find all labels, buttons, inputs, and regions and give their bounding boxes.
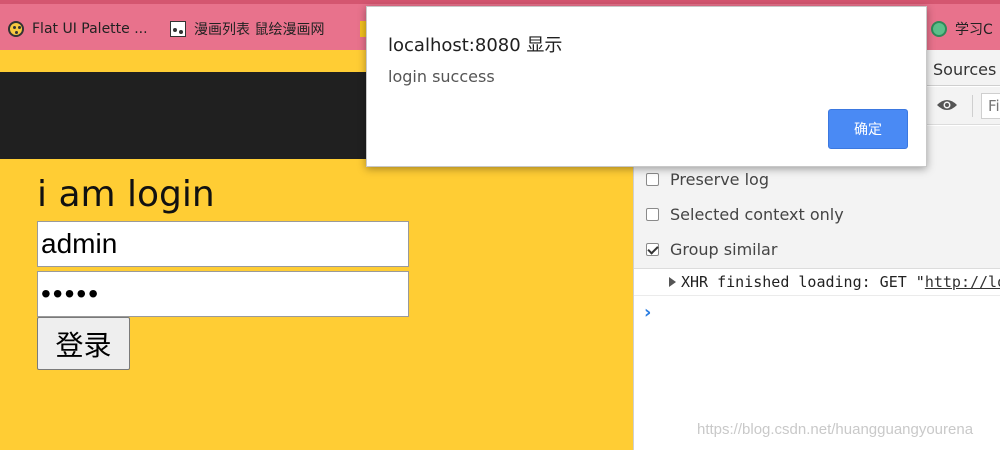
option-selected-context-only[interactable]: Selected context only: [646, 203, 844, 225]
checkbox-checked[interactable]: [646, 242, 659, 256]
tab-sources[interactable]: Sources: [933, 60, 996, 79]
palette-icon: [8, 21, 24, 37]
watermark: https://blog.csdn.net/huangguangyourena: [697, 421, 974, 438]
option-label: Preserve log: [670, 169, 769, 189]
password-input[interactable]: •••••: [37, 271, 409, 317]
bookmark-flat-ui-palette[interactable]: Flat UI Palette ...: [8, 16, 148, 42]
eye-icon[interactable]: [936, 98, 958, 112]
option-label: Group similar: [670, 239, 778, 259]
option-label: Selected context only: [670, 204, 844, 224]
bookmark-label: 漫画列表 鼠绘漫画网: [194, 22, 325, 38]
username-input[interactable]: admin: [37, 221, 409, 267]
manga-icon: [170, 21, 186, 37]
toolbar-divider: [972, 95, 973, 117]
console-link[interactable]: http://lo: [925, 273, 1000, 291]
console-prompt-icon[interactable]: ›: [644, 302, 651, 323]
bookmark-label: Flat UI Palette ...: [32, 21, 148, 37]
login-title: i am login: [37, 174, 215, 215]
study-icon: [931, 21, 947, 37]
ok-button[interactable]: 确定: [828, 109, 908, 149]
option-preserve-log[interactable]: Preserve log: [646, 168, 769, 190]
login-button[interactable]: 登录: [37, 317, 130, 370]
checkbox[interactable]: [646, 207, 659, 221]
option-group-similar[interactable]: Group similar: [646, 238, 777, 260]
filter-input[interactable]: Fi: [981, 93, 1000, 119]
bookmark-study[interactable]: 学习C: [931, 16, 993, 42]
expand-arrow-icon[interactable]: [669, 277, 676, 287]
bookmark-label: 学习C: [955, 22, 993, 38]
dialog-message: login success: [388, 67, 495, 86]
dialog-title: localhost:8080 显示: [388, 35, 563, 56]
bookmark-manga-list[interactable]: 漫画列表 鼠绘漫画网: [170, 16, 324, 42]
checkbox[interactable]: [646, 172, 659, 186]
console-message-row[interactable]: XHR finished loading: GET "http://lo: [634, 269, 1000, 296]
console-message: XHR finished loading: GET "http://lo: [681, 273, 1000, 291]
alert-dialog: localhost:8080 显示 login success 确定: [366, 6, 927, 167]
